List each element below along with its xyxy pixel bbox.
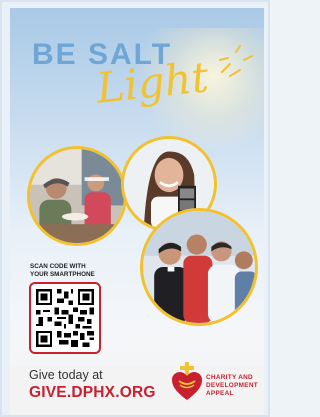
qr-code[interactable] xyxy=(29,282,101,354)
scan-instructions: SCAN CODE WITH YOUR SMARTPHONE xyxy=(30,263,130,279)
org-line-2: DEVELOPMENT xyxy=(206,382,258,389)
give-today-text: Give today at xyxy=(29,368,103,382)
sun-rays-icon xyxy=(219,45,253,77)
scan-line-1: SCAN CODE WITH xyxy=(30,263,86,270)
give-url-link[interactable]: GIVE.DPHX.ORG xyxy=(29,384,156,402)
org-line-1: CHARITY AND xyxy=(206,374,253,381)
organization-name: CHARITY AND DEVELOPMENT APPEAL xyxy=(206,374,258,398)
volunteers-serving-food-photo xyxy=(27,146,127,246)
priest-and-young-men-photo xyxy=(140,208,258,326)
page-frame: BE SALT Light SCAN CODE WITH YOUR SMARTP… xyxy=(0,0,270,417)
qr-code-icon xyxy=(36,289,94,347)
appeal-poster: BE SALT Light SCAN CODE WITH YOUR SMARTP… xyxy=(10,8,264,415)
org-line-3: APPEAL xyxy=(206,390,234,397)
scan-line-2: YOUR SMARTPHONE xyxy=(30,271,95,278)
sacred-heart-cross-icon xyxy=(172,362,202,400)
